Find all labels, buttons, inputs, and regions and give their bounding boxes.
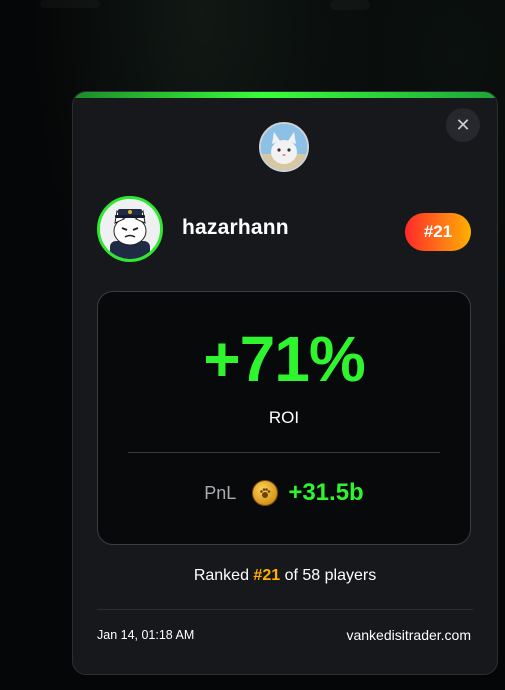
- app-avatar: [259, 122, 309, 172]
- ranking-rank: #21: [253, 567, 281, 584]
- pnl-label: PnL: [204, 482, 237, 503]
- ranking-suffix: of 58 players: [284, 567, 377, 584]
- pnl-row: PnL +31.5b: [98, 479, 470, 507]
- roi-label: ROI: [268, 408, 300, 427]
- footer-date: Jan 14, 01:18 AM: [97, 628, 195, 642]
- background-panel: [330, 0, 370, 10]
- cat-police-avatar-icon: [100, 199, 160, 259]
- roi-value: +71%: [203, 323, 365, 395]
- stats-panel: +71% ROI PnL +31.5b: [97, 291, 471, 545]
- close-button[interactable]: ✕: [446, 108, 480, 142]
- user-avatar: [97, 196, 163, 262]
- ranking-prefix: Ranked: [193, 567, 249, 584]
- footer-site-link[interactable]: vankedisitrader.com: [346, 627, 471, 643]
- cat-avatar-icon: [261, 124, 307, 170]
- ranking-summary: Ranked #21 of 58 players: [73, 567, 497, 585]
- pnl-value: +31.5b: [288, 479, 364, 506]
- footer-divider: [97, 609, 473, 610]
- username: hazarhann: [182, 216, 289, 239]
- background-panel: [40, 0, 100, 8]
- share-card: ✕ hazarhann #21 +71% ROI PnL +31.5b Rank…: [72, 91, 498, 675]
- card-accent-bar: [73, 92, 497, 98]
- paw-icon: [260, 488, 271, 498]
- stats-divider: [128, 452, 440, 453]
- coin-icon: [252, 480, 279, 506]
- close-icon: ✕: [455, 114, 471, 136]
- rank-badge: #21: [405, 213, 471, 251]
